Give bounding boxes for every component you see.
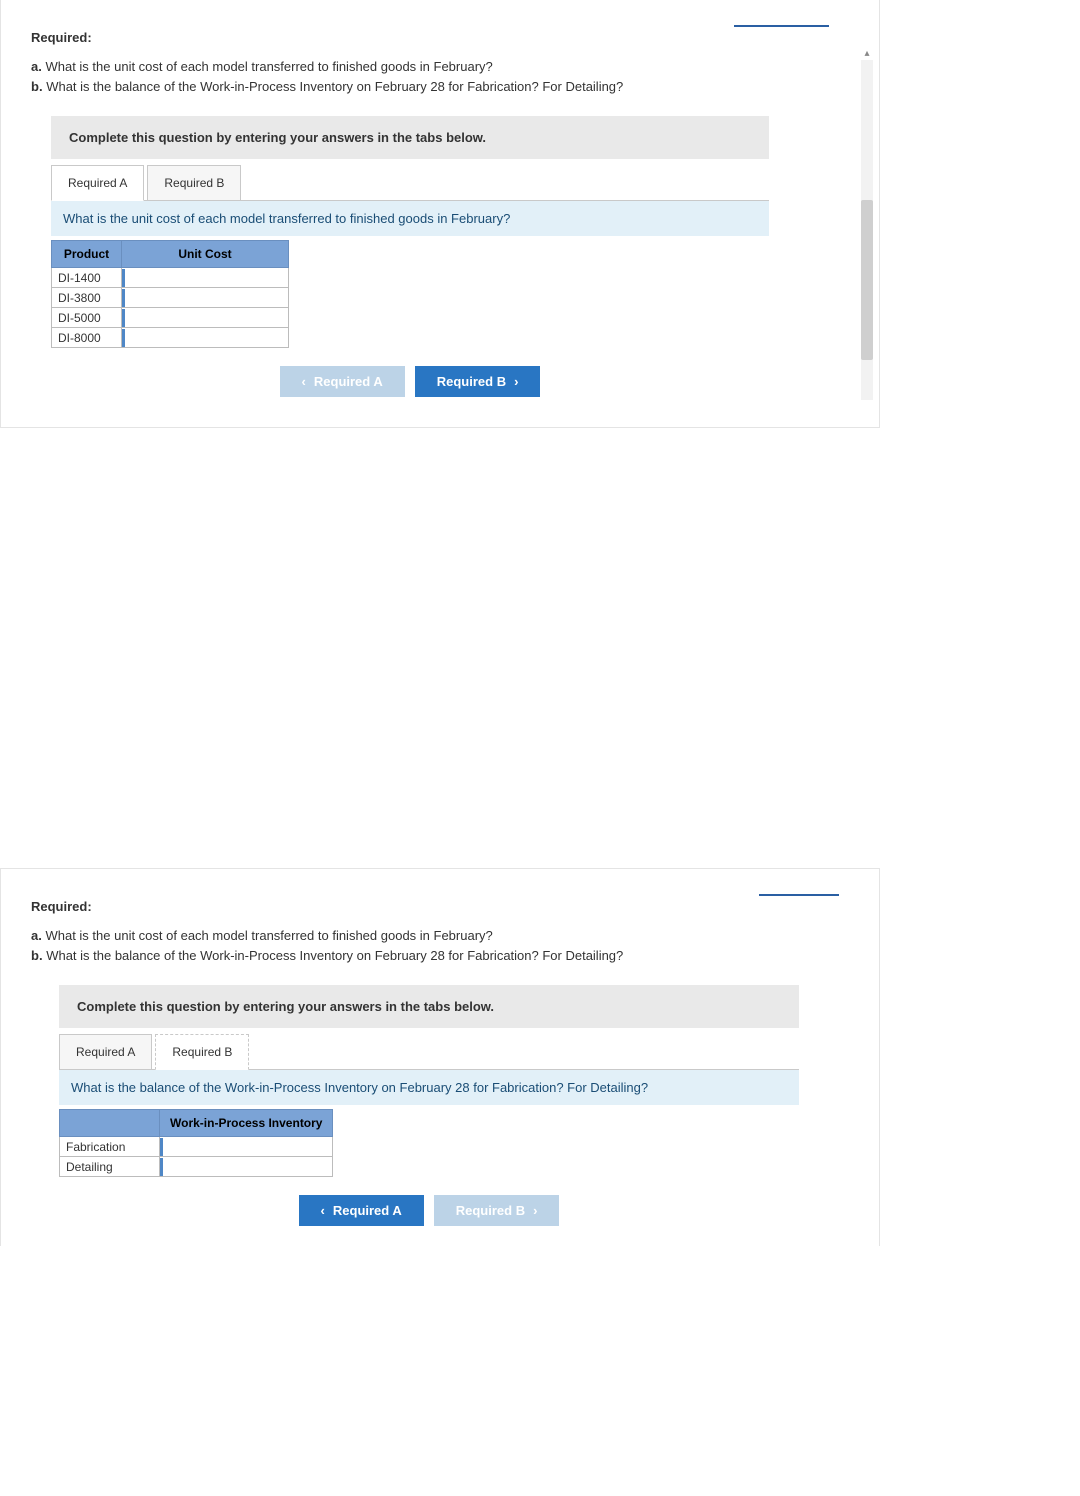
table-row: DI-3800 (52, 288, 289, 308)
question-bar: What is the unit cost of each model tran… (51, 200, 769, 236)
col-unit-cost: Unit Cost (122, 241, 289, 268)
table-row: Detailing (60, 1157, 333, 1177)
table-row: Fabrication (60, 1137, 333, 1157)
prev-required-a-button: ‹ Required A (280, 366, 405, 397)
req-letter: a. (31, 59, 42, 74)
tab-required-a[interactable]: Required A (59, 1034, 152, 1070)
wip-input-fabrication[interactable] (160, 1138, 332, 1156)
top-link-underline (759, 894, 839, 896)
next-label: Required B (456, 1203, 525, 1218)
answer-table-a: Product Unit Cost DI-1400 DI-3800 DI-500… (51, 240, 289, 348)
table-row: DI-8000 (52, 328, 289, 348)
answer-table-b: Work-in-Process Inventory Fabrication De… (59, 1109, 333, 1177)
scroll-up-icon[interactable]: ▴ (861, 48, 873, 60)
top-link-underline (734, 25, 829, 27)
required-heading: Required: (31, 30, 849, 45)
req-text: What is the balance of the Work-in-Proce… (46, 79, 623, 94)
question-panel-b: Required: a. What is the unit cost of ea… (0, 869, 880, 1246)
row-label: Detailing (60, 1157, 160, 1177)
unit-cost-input-di8000[interactable] (122, 329, 288, 347)
prev-label: Required A (333, 1203, 402, 1218)
col-blank (60, 1110, 160, 1137)
requirement-a: a. What is the unit cost of each model t… (31, 57, 849, 77)
unit-cost-input-di5000[interactable] (122, 309, 288, 327)
next-label: Required B (437, 374, 506, 389)
requirement-a: a. What is the unit cost of each model t… (31, 926, 849, 946)
tab-required-b[interactable]: Required B (147, 165, 241, 201)
prev-label: Required A (314, 374, 383, 389)
req-text: What is the balance of the Work-in-Proce… (46, 948, 623, 963)
instruction-bar: Complete this question by entering your … (51, 116, 769, 159)
required-heading: Required: (31, 899, 849, 914)
table-row: DI-1400 (52, 268, 289, 288)
prev-required-a-button[interactable]: ‹ Required A (299, 1195, 424, 1226)
question-bar: What is the balance of the Work-in-Proce… (59, 1069, 799, 1105)
next-required-b-button: Required B › (434, 1195, 560, 1226)
chevron-right-icon: › (533, 1203, 537, 1218)
requirement-b: b. What is the balance of the Work-in-Pr… (31, 77, 849, 97)
requirement-b: b. What is the balance of the Work-in-Pr… (31, 946, 849, 966)
row-label: DI-5000 (52, 308, 122, 328)
row-label: DI-1400 (52, 268, 122, 288)
question-panel-a: ▴ Required: a. What is the unit cost of … (0, 0, 880, 428)
table-row: DI-5000 (52, 308, 289, 328)
req-letter: b. (31, 79, 43, 94)
tabs-row: Required A Required B (59, 1034, 799, 1070)
next-required-b-button[interactable]: Required B › (415, 366, 541, 397)
req-letter: b. (31, 948, 43, 963)
requirements-list: a. What is the unit cost of each model t… (31, 926, 849, 965)
nav-buttons: ‹ Required A Required B › (51, 366, 769, 397)
requirements-list: a. What is the unit cost of each model t… (31, 57, 849, 96)
chevron-right-icon: › (514, 374, 518, 389)
col-wip-inventory: Work-in-Process Inventory (160, 1110, 333, 1137)
instruction-bar: Complete this question by entering your … (59, 985, 799, 1028)
row-label: DI-3800 (52, 288, 122, 308)
scrollbar-thumb[interactable] (861, 200, 873, 360)
tab-required-a[interactable]: Required A (51, 165, 144, 201)
row-label: DI-8000 (52, 328, 122, 348)
chevron-left-icon: ‹ (321, 1203, 325, 1218)
gap-between-panels (0, 428, 1080, 868)
nav-buttons: ‹ Required A Required B › (59, 1195, 799, 1226)
row-label: Fabrication (60, 1137, 160, 1157)
req-text: What is the unit cost of each model tran… (45, 59, 492, 74)
tab-required-b[interactable]: Required B (155, 1034, 249, 1070)
col-product: Product (52, 241, 122, 268)
unit-cost-input-di1400[interactable] (122, 269, 288, 287)
unit-cost-input-di3800[interactable] (122, 289, 288, 307)
req-text: What is the unit cost of each model tran… (45, 928, 492, 943)
tabs-row: Required A Required B (51, 165, 769, 201)
wip-input-detailing[interactable] (160, 1158, 332, 1176)
chevron-left-icon: ‹ (302, 374, 306, 389)
req-letter: a. (31, 928, 42, 943)
